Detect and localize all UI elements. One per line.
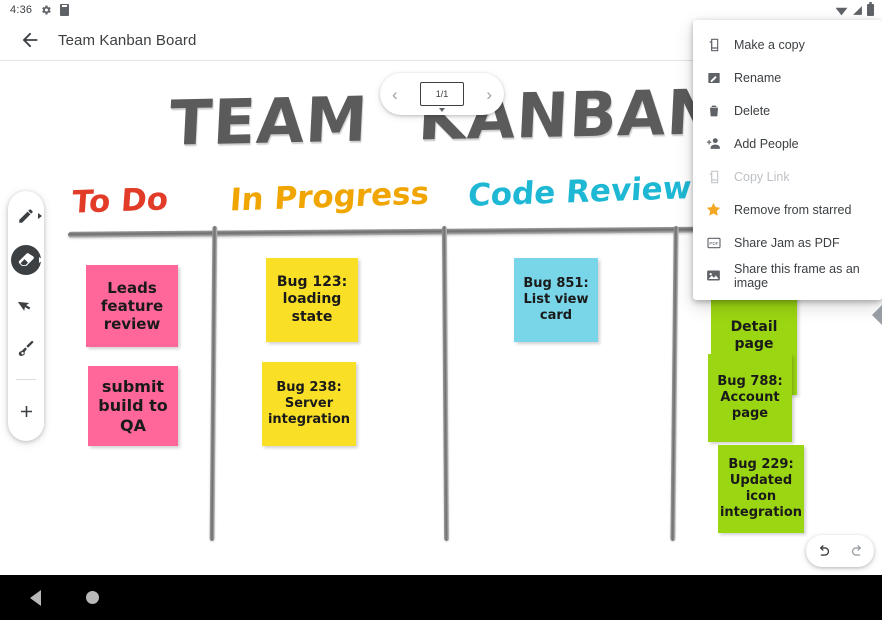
add-person-icon xyxy=(705,135,722,152)
pen-options-caret-icon[interactable] xyxy=(38,213,42,219)
menu-item-make-a-copy[interactable]: Make a copy xyxy=(693,28,882,61)
menu-item-label: Share this frame as an image xyxy=(734,261,860,290)
frame-navigator: ‹ 1/1 › xyxy=(380,73,504,115)
add-tool[interactable] xyxy=(11,396,41,426)
sticky-note[interactable]: Bug 238: Server integration xyxy=(262,362,356,446)
sticky-note-text: Bug 238: Server integration xyxy=(267,380,351,427)
frame-next-button[interactable]: › xyxy=(486,86,492,103)
menu-item-share-this-frame-as-an-image[interactable]: Share this frame as an image xyxy=(693,259,882,292)
document-icon xyxy=(60,4,70,16)
menu-item-label: Add People xyxy=(734,136,799,151)
menu-item-add-people[interactable]: Add People xyxy=(693,127,882,160)
system-navigation-bar xyxy=(0,575,882,620)
overflow-menu: Make a copy Rename Delete Add People Copy Li… xyxy=(693,20,882,300)
sticky-note[interactable]: Leads feature review xyxy=(86,265,178,347)
menu-item-remove-from-starred[interactable]: Remove from starred xyxy=(693,193,882,226)
status-bar-left: 4:36 xyxy=(10,4,70,16)
frame-counter[interactable]: 1/1 xyxy=(420,78,468,112)
sticky-note-text: Bug 851: List view card xyxy=(523,276,589,323)
signal-icon xyxy=(853,5,862,15)
sticky-note-text: Bug 788: Account page xyxy=(717,374,783,421)
svg-text:PDF: PDF xyxy=(709,241,718,246)
jamboard-app: 4:36 Team Kanban Board TEAM KANBAN To Do… xyxy=(0,0,882,620)
sticky-note[interactable]: Bug 123: loading state xyxy=(266,258,358,342)
menu-item-label: Share Jam as PDF xyxy=(734,235,840,250)
sticky-note[interactable]: Bug 229: Updated icon integration xyxy=(718,445,804,533)
menu-item-label: Rename xyxy=(734,70,782,85)
laser-pointer-tool[interactable] xyxy=(11,333,41,363)
trash-icon xyxy=(705,102,722,119)
back-arrow-icon[interactable] xyxy=(12,22,48,58)
menu-item-label: Delete xyxy=(734,103,771,118)
status-time: 4:36 xyxy=(10,4,33,16)
redo-button[interactable] xyxy=(845,539,869,563)
undo-button[interactable] xyxy=(811,539,835,563)
board-horizontal-line xyxy=(67,226,769,238)
column-header-todo: To Do xyxy=(70,181,170,221)
sticky-note-text: Bug 123: loading state xyxy=(276,274,348,325)
tool-divider xyxy=(16,379,36,380)
menu-item-share-jam-as-pdf[interactable]: PDF Share Jam as PDF xyxy=(693,226,882,259)
menu-item-label: Remove from starred xyxy=(734,202,852,217)
sticky-note[interactable]: Bug 851: List view card xyxy=(514,258,598,342)
system-back-button[interactable] xyxy=(30,589,41,606)
rename-icon xyxy=(705,69,722,86)
board-divider-line-1 xyxy=(209,225,218,542)
sticky-note[interactable]: submit build to QA xyxy=(88,366,178,446)
eraser-tool[interactable] xyxy=(11,245,43,275)
pan-right-arrow-icon xyxy=(872,305,882,325)
tool-rail xyxy=(8,191,44,441)
gear-icon xyxy=(42,5,51,15)
frame-prev-button[interactable]: ‹ xyxy=(392,86,398,103)
column-header-code-review: Code Review xyxy=(466,170,693,214)
sticky-note-text: submit build to QA xyxy=(98,376,168,435)
system-home-button[interactable] xyxy=(86,591,99,604)
wifi-icon xyxy=(835,7,848,15)
pdf-icon: PDF xyxy=(705,234,722,251)
eraser-options-caret-icon[interactable] xyxy=(39,257,43,263)
board-divider-line-3 xyxy=(670,225,679,542)
menu-item-rename[interactable]: Rename xyxy=(693,61,882,94)
star-icon xyxy=(705,201,722,218)
column-header-in-progress: In Progress xyxy=(228,175,431,219)
select-tool[interactable] xyxy=(11,289,41,319)
menu-item-delete[interactable]: Delete xyxy=(693,94,882,127)
sticky-note-text: Bug 229: Updated icon integration xyxy=(719,457,803,520)
menu-item-label: Copy Link xyxy=(734,169,790,184)
sticky-note-text: Leads feature review xyxy=(100,278,164,334)
sticky-note-text: Detail page xyxy=(730,318,778,352)
page-title: Team Kanban Board xyxy=(58,31,197,49)
history-controls xyxy=(806,535,874,567)
battery-icon xyxy=(867,2,874,16)
menu-item-label: Make a copy xyxy=(734,37,805,52)
link-copy-icon xyxy=(705,168,722,185)
copy-icon xyxy=(705,36,722,53)
status-bar: 4:36 xyxy=(0,0,882,20)
sticky-note[interactable]: Bug 788: Account page xyxy=(708,354,792,442)
status-bar-right xyxy=(835,2,874,16)
menu-item-copy-link: Copy Link xyxy=(693,160,882,193)
board-divider-line-2 xyxy=(441,225,450,542)
image-icon xyxy=(705,267,722,284)
pen-tool[interactable] xyxy=(11,201,42,231)
